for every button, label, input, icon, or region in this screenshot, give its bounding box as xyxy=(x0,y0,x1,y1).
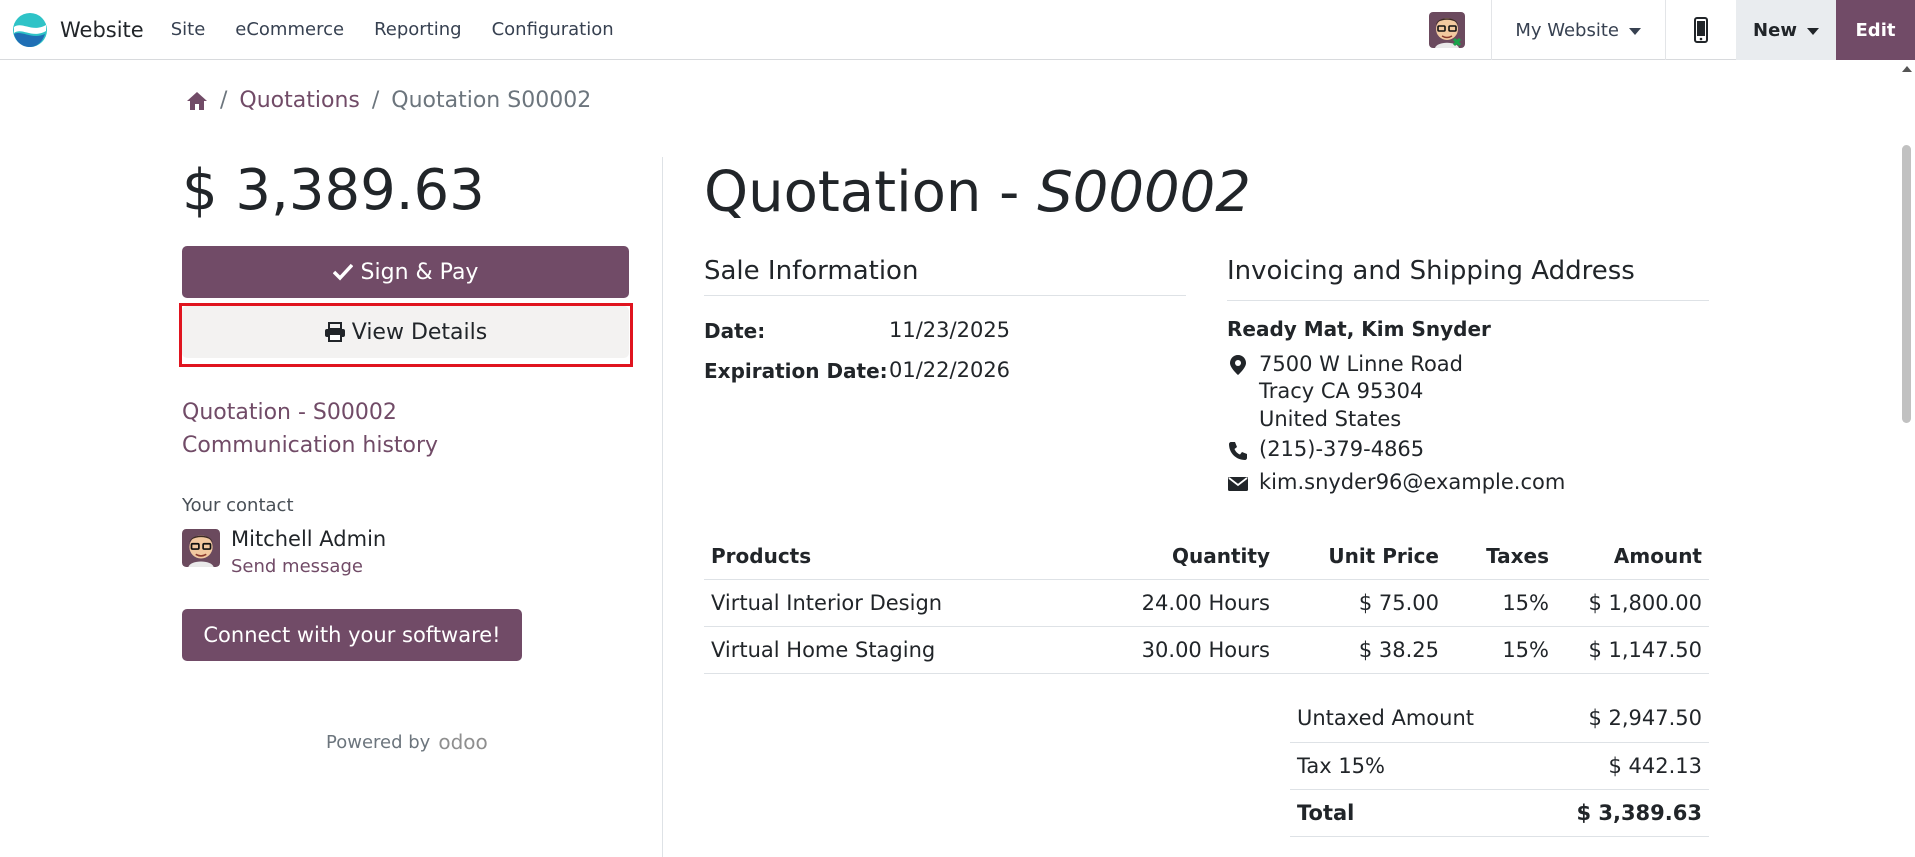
top-navbar: Website Site eCommerce Reporting Configu… xyxy=(0,0,1915,60)
view-details-highlight xyxy=(179,303,633,367)
navbar-actions: My Website New Edit xyxy=(1429,0,1915,60)
edit-button[interactable]: Edit xyxy=(1836,0,1915,60)
address-line-2: Tracy CA 95304 xyxy=(1259,379,1424,403)
page-title: Quotation - S00002 xyxy=(704,160,1251,225)
column-header: Quantity xyxy=(1094,533,1277,580)
tax-label: Tax 15% xyxy=(1290,742,1533,790)
chevron-down-icon xyxy=(1629,27,1641,35)
column-header: Unit Price xyxy=(1277,533,1446,580)
breadcrumb-separator: / xyxy=(371,88,380,113)
tax-value: $ 442.13 xyxy=(1532,742,1709,790)
product-name: Virtual Home Staging xyxy=(704,626,1094,674)
product-amount: $ 1,147.50 xyxy=(1556,626,1709,674)
envelope-icon xyxy=(1228,477,1248,491)
untaxed-amount-label: Untaxed Amount xyxy=(1290,695,1533,743)
table-header-row: Products Quantity Unit Price Taxes Amoun… xyxy=(704,533,1709,580)
breadcrumb: / Quotations / Quotation S00002 xyxy=(186,88,591,113)
breadcrumb-current: Quotation S00002 xyxy=(391,88,592,113)
chevron-down-icon xyxy=(1806,27,1819,35)
expiration-date-label: Expiration Date: xyxy=(704,359,888,383)
user-avatar-icon xyxy=(1429,12,1466,48)
product-unit-price: $ 75.00 xyxy=(1277,579,1446,627)
product-unit-price: $ 38.25 xyxy=(1277,626,1446,674)
page-scrollbar[interactable] xyxy=(1898,60,1915,857)
scrollbar-thumb[interactable] xyxy=(1902,145,1911,423)
products-table: Products Quantity Unit Price Taxes Amoun… xyxy=(704,533,1709,674)
side-navigation: Quotation - S00002 Communication history xyxy=(182,396,438,462)
link-communication-history[interactable]: Communication history xyxy=(182,429,438,462)
your-contact-label: Your contact xyxy=(182,495,294,516)
send-message-link[interactable]: Send message xyxy=(231,556,363,577)
grand-total-label: Total xyxy=(1290,788,1533,837)
menu-reporting[interactable]: Reporting xyxy=(359,0,477,60)
sign-pay-button[interactable]: Sign & Pay xyxy=(182,246,629,298)
grand-total-row: Total $ 3,389.63 xyxy=(1290,788,1709,837)
app-name: Website xyxy=(60,17,144,42)
product-taxes: 15% xyxy=(1446,579,1556,627)
scroll-up-icon[interactable] xyxy=(1902,66,1912,72)
column-divider xyxy=(662,157,663,857)
untaxed-amount-value: $ 2,947.50 xyxy=(1532,695,1709,743)
date-label: Date: xyxy=(704,319,766,343)
contact-avatar-icon xyxy=(182,529,220,567)
sale-information-title: Sale Information xyxy=(704,256,919,286)
customer-email: kim.snyder96@example.com xyxy=(1259,470,1566,494)
product-amount: $ 1,800.00 xyxy=(1556,579,1709,627)
product-quantity: 24.00 Hours xyxy=(1094,579,1277,627)
new-content-button[interactable]: New xyxy=(1736,0,1836,60)
new-label: New xyxy=(1753,19,1797,41)
tax-row: Tax 15% $ 442.13 xyxy=(1290,742,1709,790)
totals-table: Untaxed Amount $ 2,947.50 Tax 15% $ 442.… xyxy=(1290,695,1709,837)
product-quantity: 30.00 Hours xyxy=(1094,626,1277,674)
breadcrumb-quotations[interactable]: Quotations xyxy=(239,88,359,113)
date-value: 11/23/2025 xyxy=(889,318,1011,342)
quotation-total: $ 3,389.63 xyxy=(182,158,485,223)
mobile-phone-icon xyxy=(1694,17,1708,43)
contact-avatar xyxy=(182,529,220,567)
powered-by-label: Powered by xyxy=(326,731,431,753)
column-header: Taxes xyxy=(1446,533,1556,580)
app-brand[interactable]: Website xyxy=(12,0,144,60)
title-prefix: Quotation - xyxy=(704,160,1038,225)
column-header: Amount xyxy=(1556,533,1709,580)
section-divider xyxy=(1227,300,1709,301)
website-selector[interactable]: My Website xyxy=(1492,0,1665,60)
menu-site[interactable]: Site xyxy=(156,0,221,60)
mobile-preview-button[interactable] xyxy=(1666,0,1736,60)
phone-icon xyxy=(1229,442,1247,460)
product-name: Virtual Interior Design xyxy=(704,579,1094,627)
home-icon[interactable] xyxy=(186,91,208,111)
connect-software-button[interactable]: Connect with your software! xyxy=(182,609,522,661)
expiration-date-value: 01/22/2026 xyxy=(889,358,1011,382)
section-divider xyxy=(704,295,1186,296)
untaxed-amount-row: Untaxed Amount $ 2,947.50 xyxy=(1290,695,1709,743)
menu-configuration[interactable]: Configuration xyxy=(477,0,629,60)
sign-pay-label: Sign & Pay xyxy=(360,259,479,285)
contact-name: Mitchell Admin xyxy=(231,527,387,551)
powered-by: Powered by odoo xyxy=(326,730,488,754)
check-icon xyxy=(332,263,353,281)
product-taxes: 15% xyxy=(1446,626,1556,674)
address-title: Invoicing and Shipping Address xyxy=(1227,256,1635,286)
menu-ecommerce[interactable]: eCommerce xyxy=(220,0,359,60)
address-line-1: 7500 W Linne Road xyxy=(1259,352,1464,376)
customer-phone: (215)-379-4865 xyxy=(1259,437,1425,461)
map-marker-icon xyxy=(1230,355,1246,375)
website-app-icon xyxy=(13,12,47,47)
address-line-3: United States xyxy=(1259,407,1402,431)
odoo-logo[interactable]: odoo xyxy=(438,730,487,754)
table-row: Virtual Interior Design 24.00 Hours $ 75… xyxy=(704,579,1709,627)
breadcrumb-separator: / xyxy=(220,88,228,113)
column-header: Products xyxy=(704,533,1094,580)
table-row: Virtual Home Staging 30.00 Hours $ 38.25… xyxy=(704,626,1709,674)
website-selector-label: My Website xyxy=(1515,19,1619,41)
user-avatar[interactable] xyxy=(1429,12,1466,48)
link-quotation-section[interactable]: Quotation - S00002 xyxy=(182,396,438,429)
main-menu: Site eCommerce Reporting Configuration xyxy=(156,0,629,60)
grand-total-value: $ 3,389.63 xyxy=(1532,788,1709,837)
title-reference: S00002 xyxy=(1037,160,1251,225)
customer-name: Ready Mat, Kim Snyder xyxy=(1227,317,1491,341)
